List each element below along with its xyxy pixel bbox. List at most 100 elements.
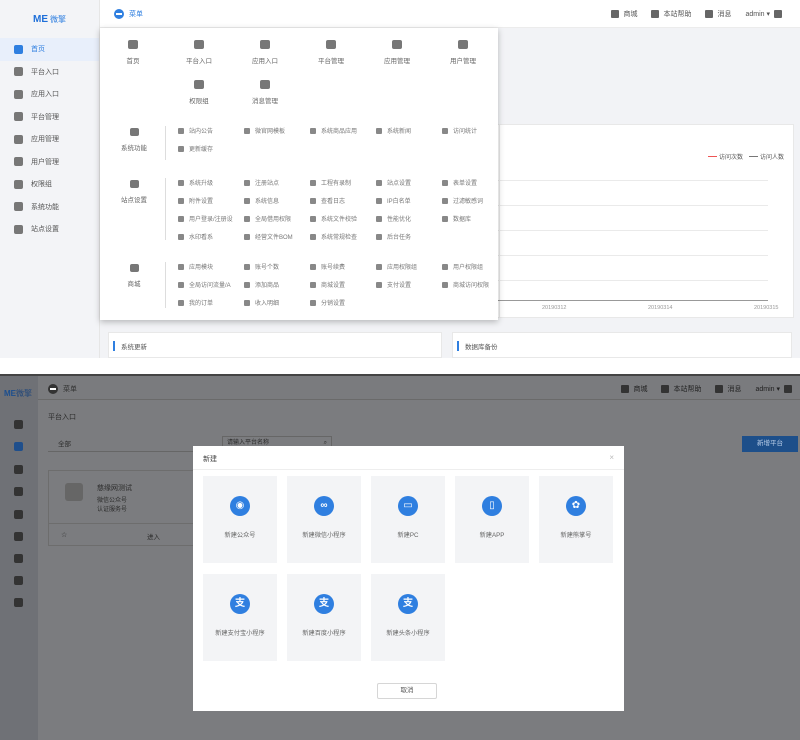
top-nav: 商城 本站帮助 消息 admin ▾ (611, 9, 782, 19)
help-link[interactable]: 本站帮助 (661, 384, 701, 394)
quick-link-platform-manage[interactable]: 平台管理 (298, 40, 364, 65)
menu-item[interactable]: 全局访问流量/A (178, 280, 244, 289)
menu-item[interactable]: 用户登录/注册设 (178, 214, 244, 223)
messages-link[interactable]: 消息 (715, 384, 741, 394)
legend-visits[interactable]: 访问次数 (708, 152, 743, 161)
new-pc-tile[interactable]: ▭ 新建PC (371, 476, 445, 563)
sidebar-item-system-functions[interactable]: 系统功能 (0, 196, 99, 219)
menu-item[interactable]: 表单设置 (442, 178, 508, 187)
new-toutiao-mini-program-tile[interactable]: 支新建头条小程序 (371, 574, 445, 661)
wechat-icon: ◉ (230, 496, 250, 516)
menu-item[interactable]: 过滤敏感词 (442, 196, 508, 205)
add-platform-button[interactable]: 新增平台 (742, 436, 798, 452)
close-icon[interactable]: × (609, 453, 614, 462)
menu-item[interactable]: 应用权限组 (376, 262, 442, 271)
platform-card[interactable]: 慈缘网测试 微信公众号 认证服务号 ☆ 进入 (48, 470, 196, 546)
new-wechat-official-account-tile[interactable]: ◉ 新建公众号 (203, 476, 277, 563)
legend-visitors[interactable]: 访问人数 (749, 152, 784, 161)
new-baidu-mini-program-tile[interactable]: 支新建百度小程序 (287, 574, 361, 661)
shop-link[interactable]: 商城 (621, 384, 647, 394)
grid-icon[interactable] (14, 442, 23, 451)
cube-icon[interactable] (14, 465, 23, 474)
section-title: 站点设置 (114, 180, 154, 204)
menu-item[interactable]: 访问统计 (442, 126, 508, 135)
menu-item[interactable]: 全局借用权限 (244, 214, 310, 223)
sidebar-item-permission-group[interactable]: 权限组 (0, 173, 99, 196)
sidebar-item-site-settings[interactable]: 站点设置 (0, 218, 99, 241)
top-bar: 菜单 商城 本站帮助 消息 admin ▾ (38, 376, 800, 400)
menu-item[interactable]: 用户权限组 (442, 262, 508, 271)
grid-icon[interactable] (14, 487, 23, 496)
menu-item[interactable]: 收入明细 (244, 298, 310, 307)
menu-item[interactable]: 添加商品 (244, 280, 310, 289)
menu-item[interactable]: 性能优化 (376, 214, 442, 223)
file-check-icon (244, 233, 250, 240)
menu-item[interactable]: 微官网模板 (244, 126, 310, 135)
quick-link-user-manage[interactable]: 用户管理 (430, 40, 496, 65)
menu-item[interactable]: 商城访问权限 (442, 280, 508, 289)
menu-item[interactable]: 账号续费 (310, 262, 376, 271)
menu-button[interactable]: 菜单 (48, 384, 77, 394)
cube-icon (14, 89, 23, 99)
menu-item[interactable]: 支付设置 (376, 280, 442, 289)
help-link[interactable]: 本站帮助 (651, 9, 691, 19)
menu-item[interactable]: 我的订单 (178, 298, 244, 307)
menu-item[interactable]: 水印看系 (178, 232, 244, 241)
messages-link[interactable]: 消息 (705, 9, 731, 19)
sidebar-item-platform-manage[interactable]: 平台管理 (0, 106, 99, 129)
menu-item[interactable]: 站点设置 (376, 178, 442, 187)
menu-item[interactable]: 应用模块 (178, 262, 244, 271)
quick-link-home[interactable]: 首页 (100, 40, 166, 65)
quick-link-app-manage[interactable]: 应用管理 (364, 40, 430, 65)
users-icon[interactable] (14, 532, 23, 541)
menu-item[interactable]: 系统新闻 (376, 126, 442, 135)
menu-item[interactable]: 工程有录制 (310, 178, 376, 187)
user-group-icon[interactable] (14, 554, 23, 563)
home-icon[interactable] (14, 420, 23, 429)
menu-item[interactable]: 后台任务 (376, 232, 442, 241)
sidebar-item-platform-entry[interactable]: 平台入口 (0, 61, 99, 84)
sidebar-item-app-manage[interactable]: 应用管理 (0, 128, 99, 151)
quick-link-permission-group[interactable]: 权限组 (166, 80, 232, 105)
sidebar-item-app-entry[interactable]: 应用入口 (0, 83, 99, 106)
new-wechat-mini-program-tile[interactable]: ∞ 新建微信小程序 (287, 476, 361, 563)
new-app-tile[interactable]: ▯ 新建APP (455, 476, 529, 563)
user-menu[interactable]: admin ▾ (755, 384, 792, 394)
menu-item[interactable]: 系统常规检查 (310, 232, 376, 241)
filter-select[interactable]: 全部 (48, 438, 208, 452)
enter-button[interactable]: 进入 (147, 531, 160, 541)
menu-item[interactable]: 商城设置 (310, 280, 376, 289)
menu-item[interactable]: 系统信息 (244, 196, 310, 205)
monitor-icon[interactable] (14, 576, 23, 585)
menu-item[interactable]: IP白名单 (376, 196, 442, 205)
menu-item[interactable]: 经营文件BOM (244, 232, 310, 241)
sidebar-item-user-manage[interactable]: 用户管理 (0, 151, 99, 174)
menu-item[interactable]: 系统商品应用 (310, 126, 376, 135)
cancel-button[interactable]: 取消 (377, 683, 437, 699)
shop-link[interactable]: 商城 (611, 9, 637, 19)
menu-item[interactable]: 注册站点 (244, 178, 310, 187)
new-alipay-mini-program-tile[interactable]: 支新建支付宝小程序 (203, 574, 277, 661)
menu-item[interactable]: 站内公告 (178, 126, 244, 135)
menu-item[interactable]: 更新缓存 (178, 144, 244, 153)
menu-item[interactable]: 数据库 (442, 214, 508, 223)
star-icon[interactable]: ☆ (61, 531, 67, 539)
menu-item[interactable]: 系统升级 (178, 178, 244, 187)
quick-link-message-manage[interactable]: 消息管理 (232, 80, 298, 105)
menu-item[interactable]: 账号个数 (244, 262, 310, 271)
menu-button[interactable]: 菜单 (114, 9, 143, 19)
menu-item[interactable]: 系统文件校验 (310, 214, 376, 223)
globe-icon[interactable] (14, 598, 23, 607)
quick-link-app-entry[interactable]: 应用入口 (232, 40, 298, 65)
sidebar-item-home[interactable]: 首页 (0, 38, 99, 61)
user-group-icon (14, 179, 23, 189)
menu-item[interactable]: 分销设置 (310, 298, 376, 307)
user-menu[interactable]: admin ▾ (745, 9, 782, 19)
announcement-icon (178, 127, 184, 134)
menu-item[interactable]: 查看日志 (310, 196, 376, 205)
new-baidu-bear-paw-tile[interactable]: ✿ 新建熊掌号 (539, 476, 613, 563)
quick-link-platform-entry[interactable]: 平台入口 (166, 40, 232, 65)
apps-icon[interactable] (14, 510, 23, 519)
stats-icon (442, 127, 448, 134)
menu-item[interactable]: 附件设置 (178, 196, 244, 205)
